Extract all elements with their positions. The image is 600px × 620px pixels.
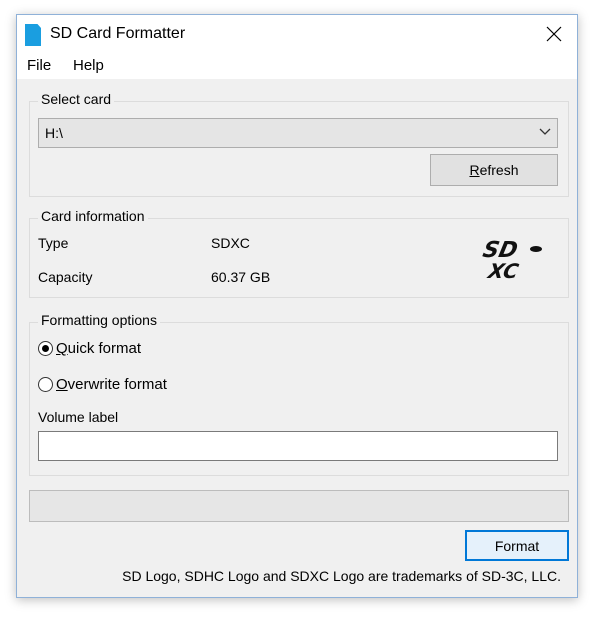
card-select-value: H:\	[45, 125, 63, 141]
sd-card-icon	[25, 24, 41, 46]
overwrite-format-radio[interactable]: Overwrite format	[38, 376, 167, 393]
overwrite-format-accel: O	[56, 376, 68, 393]
format-button[interactable]: Format	[465, 530, 569, 561]
overwrite-format-radio-dot	[38, 377, 53, 392]
sdxc-logo-xc: XC	[484, 259, 521, 281]
volume-label-input[interactable]	[38, 431, 558, 461]
volume-label-caption: Volume label	[38, 409, 119, 425]
refresh-label: efresh	[479, 162, 519, 178]
app-window: SD Card Formatter File Help Select card …	[16, 14, 578, 598]
overwrite-format-label: verwrite format	[67, 376, 167, 393]
format-options-title: Formatting options	[38, 312, 160, 328]
quick-format-accel: Q	[56, 340, 68, 357]
refresh-accel: R	[469, 162, 480, 178]
select-card-group: Select card H:\ Refresh	[29, 91, 569, 197]
type-label: Type	[38, 235, 69, 251]
close-icon	[546, 26, 562, 42]
chevron-down-icon	[539, 128, 551, 135]
window-title: SD Card Formatter	[50, 25, 186, 42]
refresh-button[interactable]: Refresh	[430, 154, 558, 186]
trademark-notice: SD Logo, SDHC Logo and SDXC Logo are tra…	[122, 568, 561, 584]
menu-bar: File Help	[17, 53, 577, 79]
menu-help[interactable]: Help	[73, 57, 104, 74]
quick-format-radio-dot	[38, 341, 53, 356]
card-info-title: Card information	[38, 208, 148, 224]
close-button[interactable]	[531, 15, 577, 53]
capacity-label: Capacity	[38, 269, 93, 285]
sdxc-logo: SD XC	[482, 237, 542, 281]
title-bar[interactable]: SD Card Formatter	[17, 15, 577, 53]
quick-format-radio[interactable]: Quick format	[38, 340, 141, 357]
format-progress-bar	[29, 490, 569, 522]
type-value: SDXC	[211, 235, 250, 251]
select-card-title: Select card	[38, 91, 115, 107]
quick-format-label: uick format	[67, 340, 142, 357]
card-info-group: Card information Type SDXC Capacity 60.3…	[29, 208, 569, 298]
capacity-value: 60.37 GB	[211, 269, 271, 285]
format-options-group: Formatting options Quick format Overwrit…	[29, 312, 569, 476]
card-select-dropdown[interactable]: H:\	[38, 118, 558, 148]
menu-file[interactable]: File	[27, 57, 51, 74]
